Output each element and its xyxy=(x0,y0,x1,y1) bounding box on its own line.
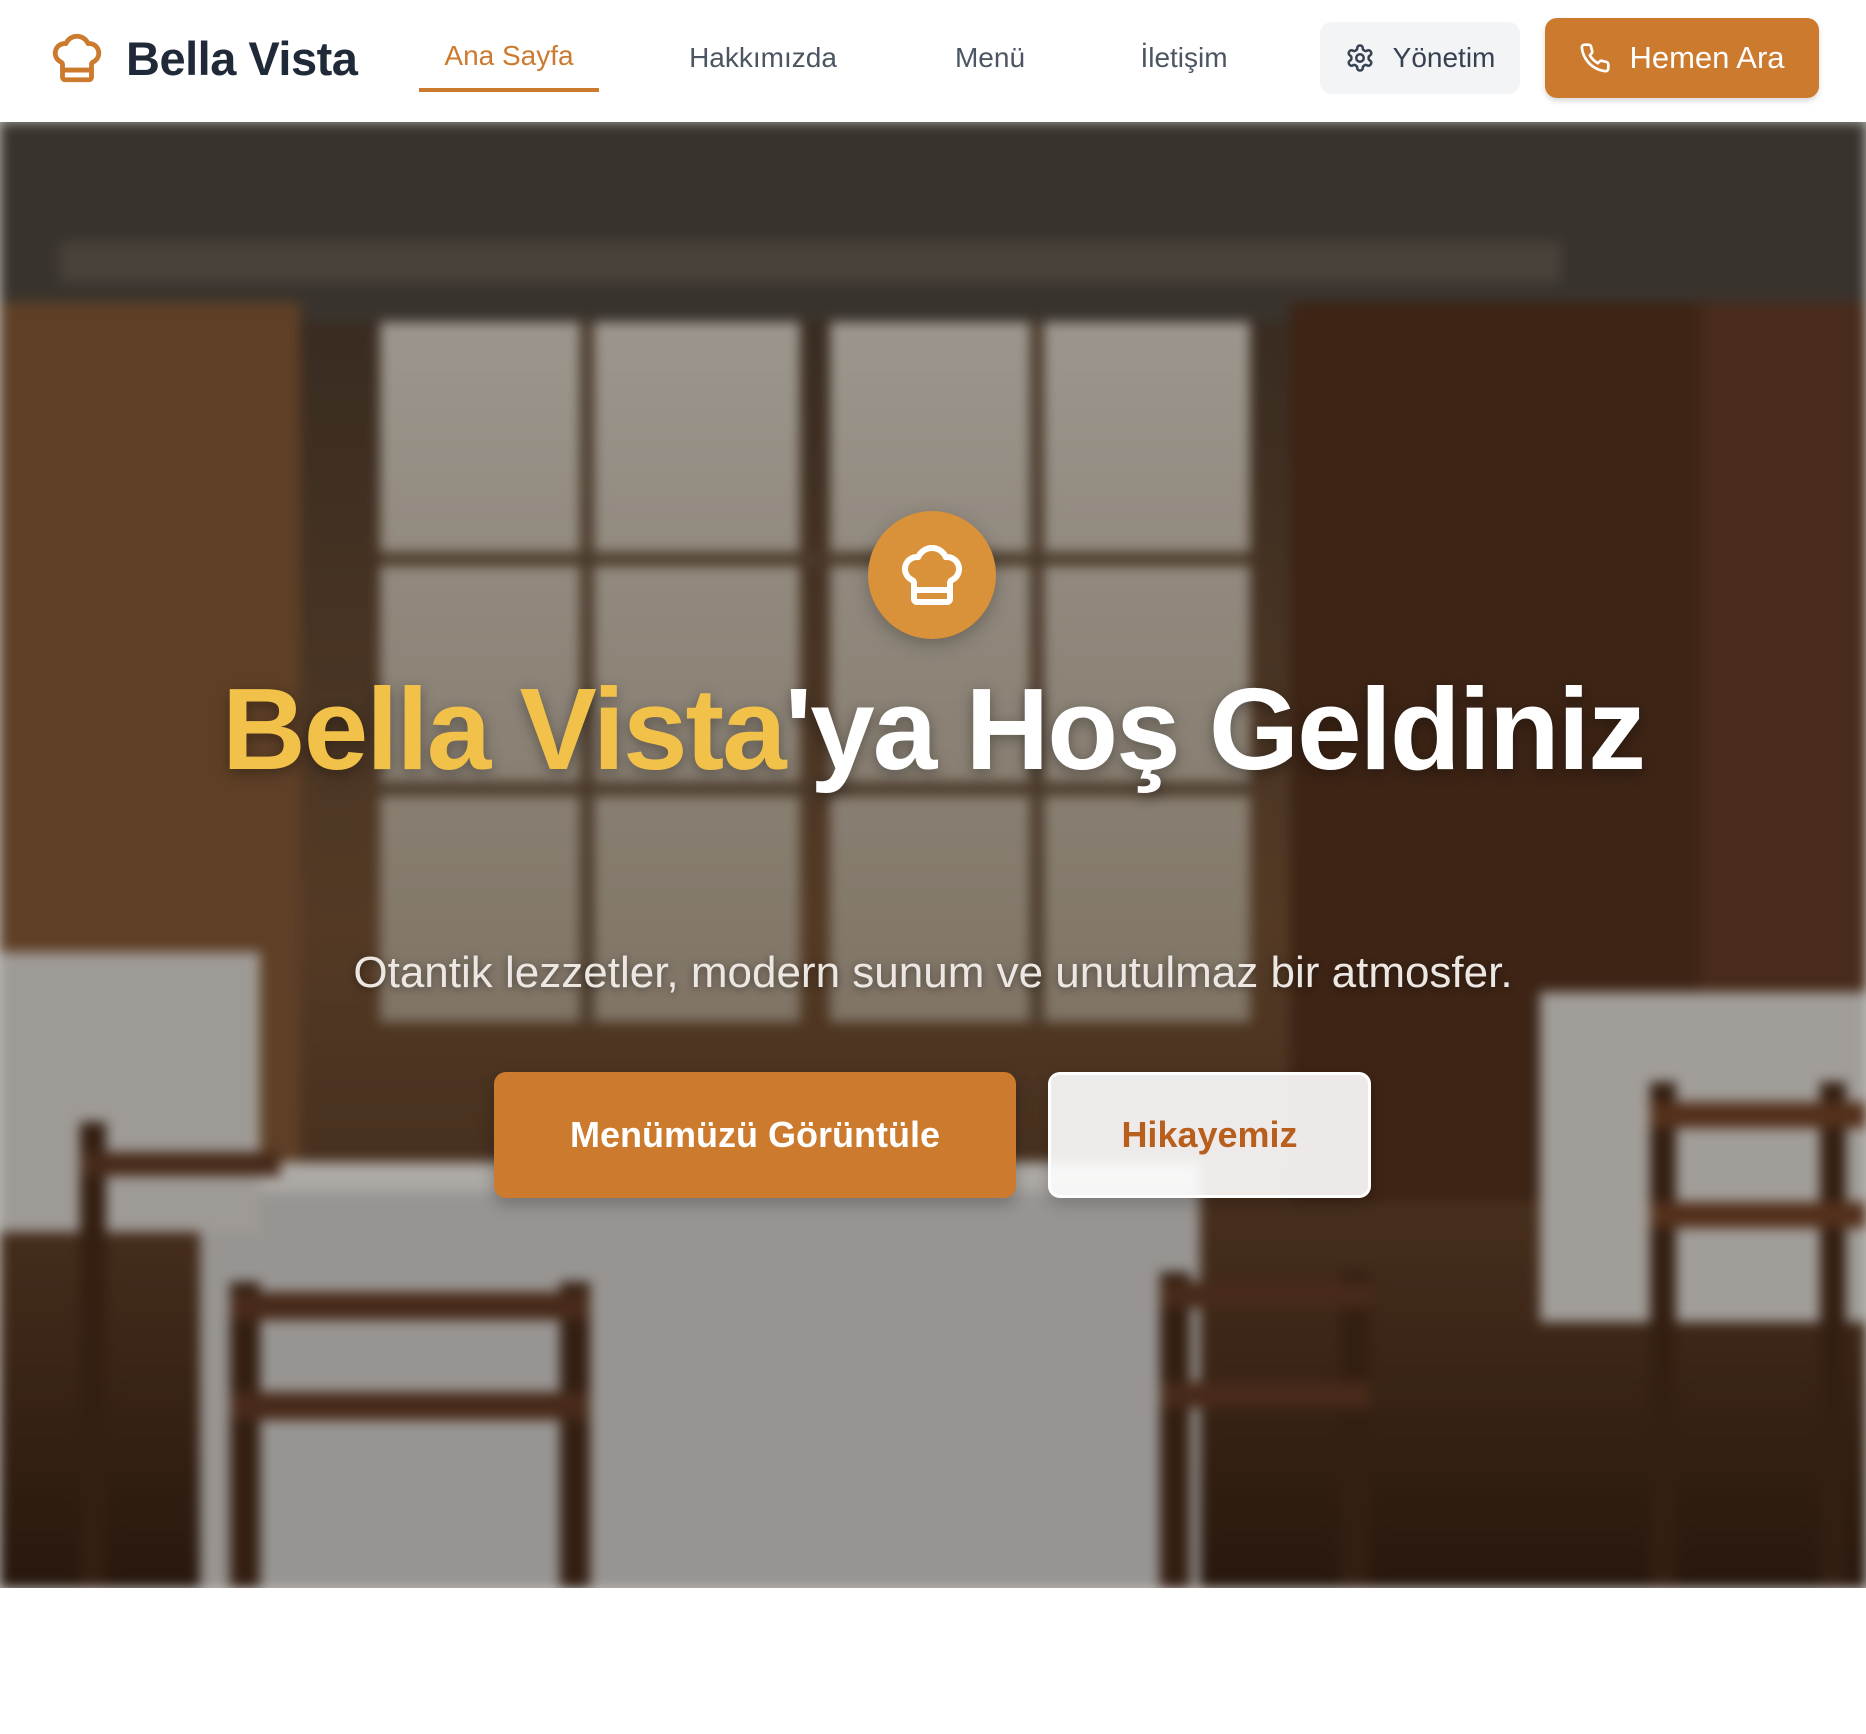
admin-button-label: Yönetim xyxy=(1392,42,1496,73)
brand-name: Bella Vista xyxy=(126,31,358,85)
hero-subtitle: Otantik lezzetler, modern sunum ve unutu… xyxy=(353,948,1513,997)
nav-menu[interactable]: Menü xyxy=(940,30,1040,92)
nav-home[interactable]: Ana Sayfa xyxy=(419,30,599,92)
admin-button[interactable]: Yönetim xyxy=(1320,22,1520,94)
nav-about[interactable]: Hakkımızda xyxy=(672,30,854,92)
call-now-label: Hemen Ara xyxy=(1629,40,1785,75)
hero-title-accent: Bella Vista xyxy=(221,664,787,794)
phone-icon xyxy=(1580,43,1611,73)
hero-section: Bella Vista'ya Hoş Geldiniz Otantik lezz… xyxy=(0,122,1866,1588)
hero-badge xyxy=(868,511,996,639)
hero-title-rest: 'ya Hoş Geldiniz xyxy=(784,664,1646,794)
call-now-button[interactable]: Hemen Ara xyxy=(1545,18,1819,98)
hero-overlay xyxy=(0,122,1866,1588)
site-header: Bella Vista Ana Sayfa Hakkımızda Menü İl… xyxy=(0,0,1866,122)
nav-contact[interactable]: İletişim xyxy=(1124,30,1244,92)
gear-icon xyxy=(1347,44,1373,72)
brand-logo[interactable]: Bella Vista xyxy=(48,26,358,90)
chef-hat-icon xyxy=(52,33,102,83)
view-menu-button[interactable]: Menümüzü Görüntüle xyxy=(494,1072,1016,1198)
chef-hat-icon xyxy=(902,545,962,605)
our-story-button[interactable]: Hikayemiz xyxy=(1048,1072,1371,1198)
hero-title: Bella Vista'ya Hoş Geldiniz xyxy=(200,670,1666,788)
